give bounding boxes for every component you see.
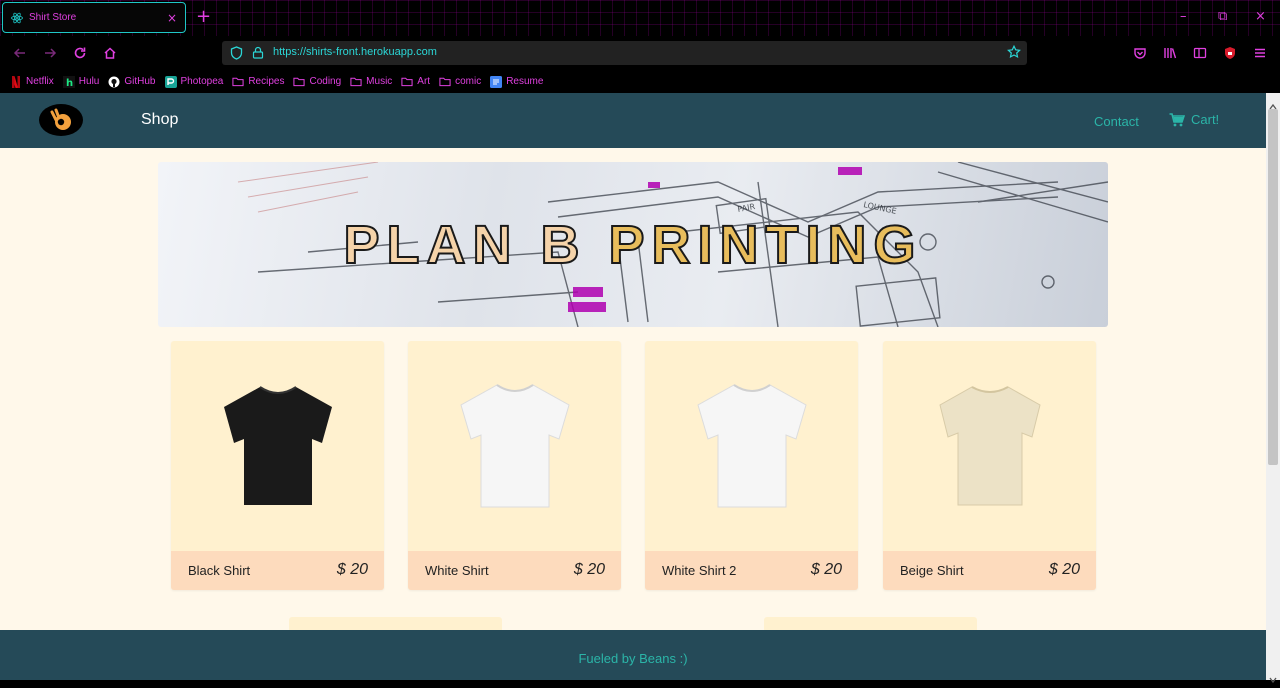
- product-price: $ 20: [573, 561, 605, 578]
- bookmark-star-icon[interactable]: [1007, 45, 1021, 59]
- product-card[interactable]: White Shirt $ 20: [408, 341, 621, 590]
- product-card[interactable]: Black Shirt $ 20: [171, 341, 384, 590]
- beige-tshirt-icon: [938, 386, 1041, 506]
- github-icon: [108, 76, 120, 88]
- cart-icon: [1169, 112, 1185, 126]
- ok-hand-logo-icon: [50, 108, 71, 130]
- home-icon[interactable]: [102, 45, 118, 61]
- folder-icon: [401, 76, 413, 88]
- bookmark-art[interactable]: Art: [401, 76, 430, 88]
- folder-icon: [232, 76, 244, 88]
- bookmarks-toolbar: Netflix h Hulu GitHub Photopea Recipes C…: [0, 70, 1280, 93]
- folder-icon: [350, 76, 362, 88]
- back-arrow-icon[interactable]: [12, 45, 28, 61]
- forward-arrow-icon[interactable]: [42, 45, 58, 61]
- bookmark-label: Resume: [506, 76, 544, 87]
- netflix-icon: [10, 75, 22, 88]
- site-logo[interactable]: [39, 104, 83, 136]
- site-footer: Fueled by Beans :): [0, 630, 1266, 680]
- product-price: $ 20: [810, 561, 842, 578]
- folder-icon: [439, 76, 451, 88]
- tab-title: Shirt Store: [29, 12, 77, 23]
- vertical-scrollbar[interactable]: [1266, 93, 1280, 684]
- window-minimize-button[interactable]: –: [1180, 8, 1187, 26]
- bookmark-label: Coding: [309, 76, 342, 87]
- new-tab-button[interactable]: +: [196, 6, 211, 28]
- bookmark-label: GitHub: [124, 76, 156, 87]
- nav-shop-link[interactable]: Shop: [141, 111, 178, 129]
- bookmark-label: Music: [366, 76, 393, 87]
- menu-hamburger-icon[interactable]: [1252, 45, 1268, 61]
- bookmark-hulu[interactable]: h Hulu: [62, 75, 100, 88]
- cart-label: Cart!: [1191, 112, 1220, 127]
- product-footer: Beige Shirt $ 20: [883, 551, 1096, 590]
- hulu-icon: h: [62, 75, 75, 88]
- banner-word-printing: PRINTING: [607, 214, 923, 276]
- bookmark-resume[interactable]: Resume: [490, 75, 544, 88]
- banner-word-plan-b: PLAN B: [342, 214, 587, 276]
- product-image[interactable]: [408, 341, 621, 551]
- tab-close-icon[interactable]: ×: [167, 12, 177, 24]
- product-footer: Black Shirt $ 20: [171, 551, 384, 590]
- ublock-shield-icon[interactable]: [1222, 45, 1238, 61]
- bookmark-label: Art: [417, 76, 431, 87]
- product-price: $ 20: [336, 561, 368, 578]
- product-footer: White Shirt 2 $ 20: [645, 551, 858, 590]
- library-icon[interactable]: [1162, 45, 1178, 61]
- nav-cart-link[interactable]: Cart!: [1169, 112, 1219, 127]
- sidebar-icon[interactable]: [1192, 45, 1208, 61]
- hero-banner: LOUNGE PAIR PLAN B PRINTING: [158, 162, 1108, 327]
- bookmark-music[interactable]: Music: [350, 76, 392, 88]
- product-card[interactable]: White Shirt 2 $ 20: [645, 341, 858, 590]
- window-close-button[interactable]: ×: [1255, 8, 1266, 26]
- product-footer: White Shirt $ 20: [408, 551, 621, 590]
- bookmark-coding[interactable]: Coding: [293, 76, 341, 88]
- tab-bar: Shirt Store × + – ⧉ ×: [0, 0, 1280, 36]
- white-tshirt-icon: [696, 384, 807, 508]
- bookmark-label: Hulu: [78, 76, 100, 87]
- scrollbar-thumb[interactable]: [1268, 109, 1278, 465]
- white-tshirt-icon: [459, 384, 570, 508]
- product-card[interactable]: Beige Shirt $ 20: [883, 341, 1096, 590]
- bookmark-github[interactable]: GitHub: [108, 76, 156, 88]
- product-name: White Shirt 2: [662, 563, 737, 578]
- bookmark-label: Photopea: [180, 76, 224, 87]
- browser-tab-active[interactable]: Shirt Store ×: [2, 2, 186, 33]
- bookmark-photopea[interactable]: Photopea: [164, 75, 224, 88]
- scroll-up-arrow-icon[interactable]: [1269, 96, 1277, 110]
- page-viewport: Shop Contact Cart! LOUNGE PAIR PLAN B PR…: [0, 93, 1266, 680]
- product-name: Beige Shirt: [900, 563, 964, 578]
- address-bar[interactable]: https://shirts-front.herokuapp.com: [222, 41, 1027, 65]
- bookmark-label: Recipes: [248, 76, 285, 87]
- product-price: $ 20: [1048, 561, 1080, 578]
- footer-text: Fueled by Beans :): [578, 651, 688, 666]
- product-image[interactable]: [645, 341, 858, 551]
- reload-icon[interactable]: [72, 45, 88, 61]
- bookmark-comic[interactable]: comic: [439, 76, 481, 88]
- react-favicon-icon: [11, 12, 23, 24]
- document-icon: [490, 75, 503, 88]
- bookmark-label: Netflix: [26, 76, 54, 87]
- pocket-icon[interactable]: [1132, 45, 1148, 61]
- window-restore-button[interactable]: ⧉: [1218, 8, 1227, 26]
- scroll-down-arrow-icon[interactable]: [1269, 669, 1277, 684]
- bookmark-recipes[interactable]: Recipes: [232, 76, 284, 88]
- product-name: Black Shirt: [188, 563, 251, 578]
- lock-icon[interactable]: [252, 46, 264, 59]
- product-image[interactable]: [883, 341, 1096, 551]
- product-name: White Shirt: [425, 563, 489, 578]
- black-tshirt-icon: [223, 386, 332, 505]
- folder-icon: [293, 76, 306, 88]
- product-image[interactable]: [171, 341, 384, 551]
- bookmark-netflix[interactable]: Netflix: [10, 75, 54, 88]
- svg-text:h: h: [66, 78, 73, 88]
- shield-icon[interactable]: [230, 46, 243, 60]
- banner-title: PLAN B PRINTING: [158, 214, 1108, 276]
- url-text[interactable]: https://shirts-front.herokuapp.com: [273, 46, 437, 58]
- nav-contact-link[interactable]: Contact: [1094, 114, 1139, 129]
- site-header: Shop Contact Cart!: [0, 93, 1266, 148]
- bookmark-label: comic: [455, 76, 482, 87]
- photopea-icon: [164, 75, 177, 88]
